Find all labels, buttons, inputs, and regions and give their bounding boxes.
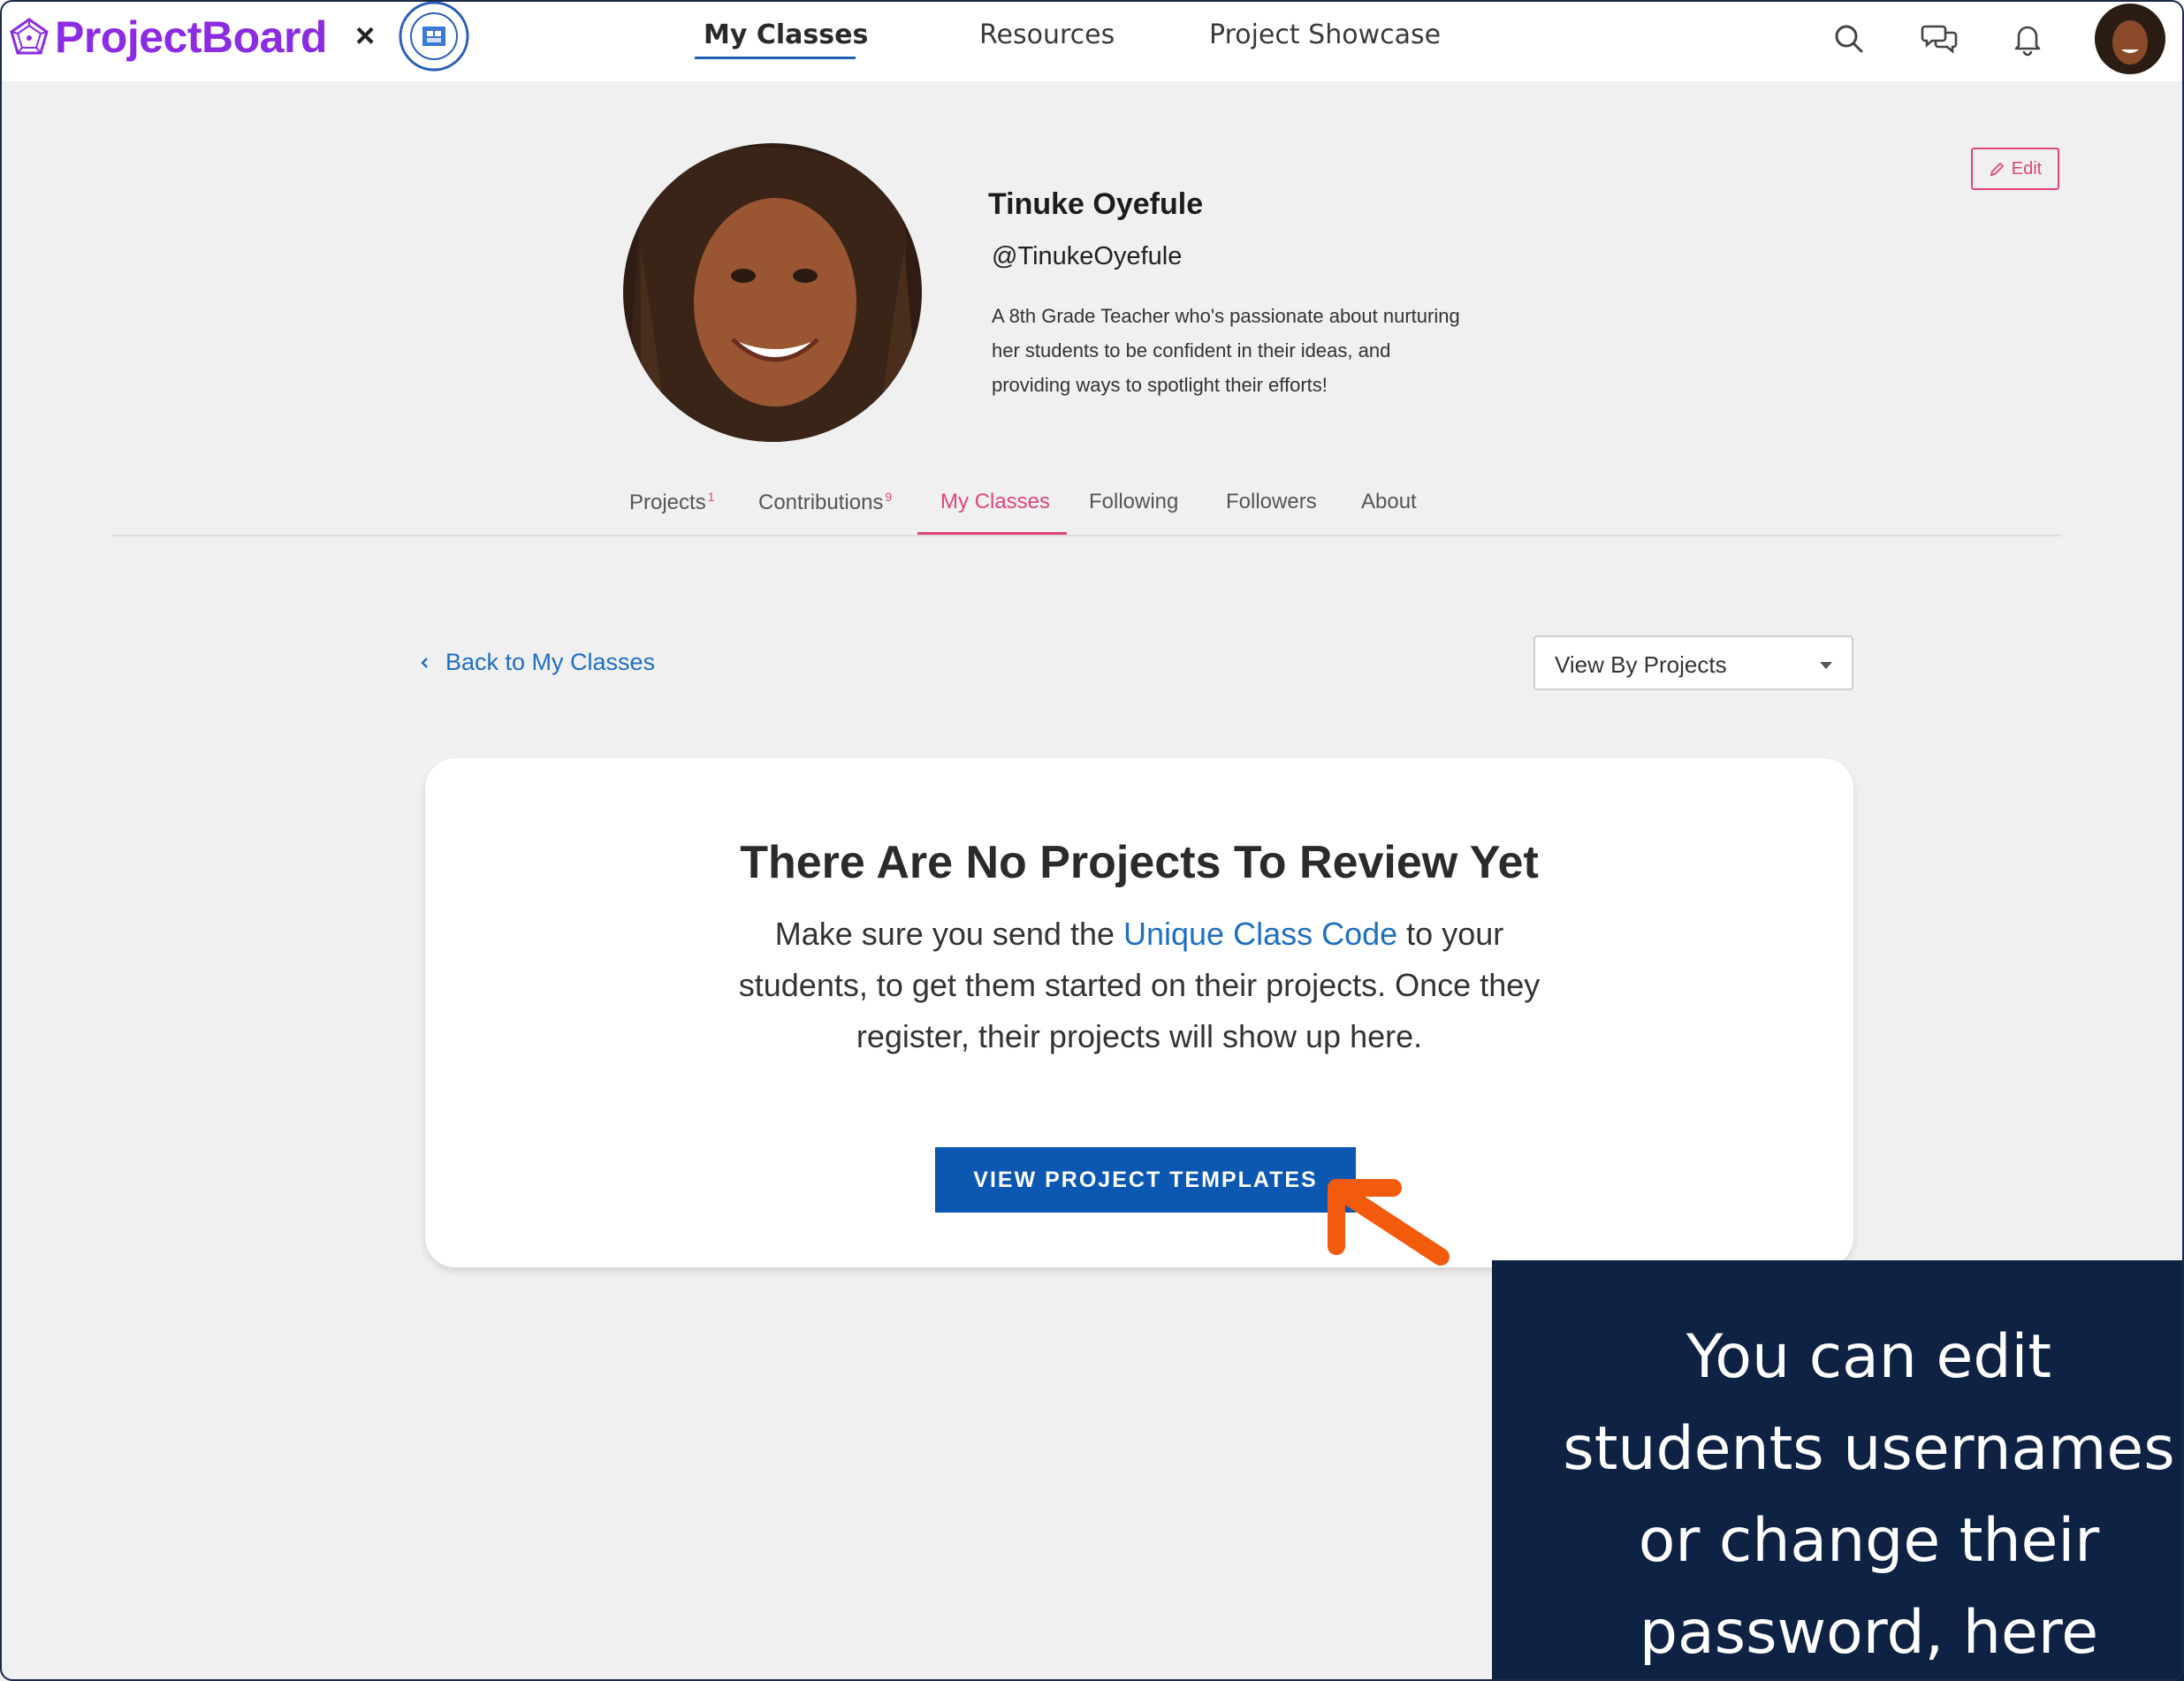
bio-line: A 8th Grade Teacher who's passionate abo… [992, 305, 1460, 327]
brand-separator: × [355, 18, 376, 55]
brand-name: ProjectBoard [55, 12, 327, 62]
unique-class-code-link[interactable]: Unique Class Code [1123, 916, 1397, 952]
chat-icon[interactable] [1918, 18, 1960, 60]
profile-name: Tinuke Oyefule [988, 187, 1204, 221]
nav-project-showcase[interactable]: Project Showcase [1209, 19, 1441, 50]
tabs-divider [111, 535, 2061, 536]
back-link-label: Back to My Classes [445, 649, 656, 675]
annotation-arrow-icon [1328, 1179, 1450, 1266]
callout-text: You can edit students usernames or chang… [1563, 1322, 2175, 1668]
tab-contributions[interactable]: Contributions 9 [758, 490, 892, 515]
nav-active-indicator [695, 57, 856, 59]
tab-about[interactable]: About [1361, 490, 1417, 514]
profile-tabs: Projects 1 Contributions 9 My Classes Foll… [0, 484, 2184, 536]
pentagon-network-icon [10, 18, 49, 55]
tab-projects[interactable]: Projects 1 [629, 490, 715, 515]
projectboard-logo[interactable]: ProjectBoard [9, 11, 327, 64]
chevron-left-icon [421, 657, 428, 668]
pencil-icon [1990, 162, 2005, 177]
edit-label: Edit [2011, 158, 2043, 179]
empty-state-card: There Are No Projects To Review Yet Make… [425, 758, 1853, 1267]
top-navbar: ProjectBoard × My Classes Resources Proj… [0, 0, 2184, 81]
view-project-templates-button[interactable]: VIEW PROJECT TEMPLATES [935, 1147, 1356, 1213]
back-to-my-classes-link[interactable]: Back to My Classes [419, 649, 655, 676]
bio-line: providing ways to spotlight their effort… [992, 374, 1328, 396]
caret-down-icon [1820, 662, 1832, 669]
bio-line: her students to be confident in their id… [992, 339, 1391, 361]
view-by-select[interactable]: View By Projects [1533, 635, 1853, 690]
tab-following[interactable]: Following [1089, 490, 1178, 514]
ohio-academy-of-science-seal [399, 1, 469, 72]
nav-resources[interactable]: Resources [979, 19, 1115, 50]
tab-my-classes[interactable]: My Classes [940, 490, 1050, 514]
edit-profile-button[interactable]: Edit [1971, 148, 2059, 190]
tab-followers[interactable]: Followers [1226, 490, 1317, 514]
avatar-photo [2095, 4, 2165, 74]
tab-count: 1 [707, 490, 715, 504]
instruction-callout: You can edit students usernames or chang… [1492, 1260, 2184, 1681]
search-icon[interactable] [1828, 18, 1870, 60]
empty-state-title: There Are No Projects To Review Yet [740, 837, 1539, 888]
bell-icon[interactable] [2006, 18, 2049, 60]
empty-state-body: Make sure you send the Unique Class Code… [738, 916, 1541, 1054]
profile-handle: @TinukeOyefule [992, 242, 1183, 270]
profile-photo [623, 143, 922, 442]
view-by-select-value: View By Projects [1555, 651, 1727, 678]
avatar[interactable] [2095, 4, 2165, 74]
profile-bio: A 8th Grade Teacher who's passionate abo… [992, 299, 1540, 402]
tab-count: 9 [885, 490, 893, 504]
nav-my-classes[interactable]: My Classes [704, 19, 868, 50]
